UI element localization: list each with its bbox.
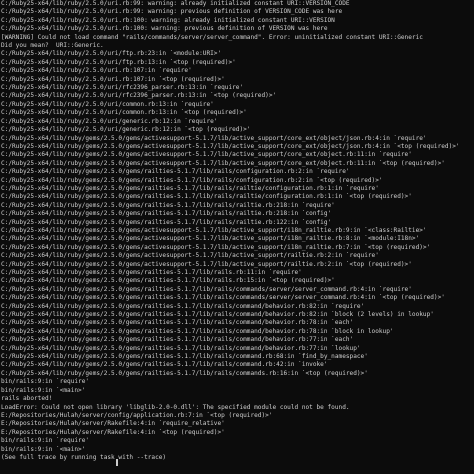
console-line-38: C:/Ruby25-x64/lib/ruby/gems/2.5.0/gems/r… xyxy=(1,311,434,319)
console-line-29: C:/Ruby25-x64/lib/ruby/gems/2.5.0/gems/a… xyxy=(1,235,420,243)
console-line-14: C:/Ruby25-x64/lib/ruby/2.5.0/uri/common.… xyxy=(1,109,247,117)
console-line-30: C:/Ruby25-x64/lib/ruby/gems/2.5.0/gems/a… xyxy=(1,243,431,251)
console-line-51: E:/Repositories/Hulah/server/Rakefile:4:… xyxy=(1,420,225,428)
console-line-20: C:/Ruby25-x64/lib/ruby/gems/2.5.0/gems/a… xyxy=(1,159,445,167)
console-line-56 xyxy=(1,462,474,470)
console-line-37: C:/Ruby25-x64/lib/ruby/gems/2.5.0/gems/r… xyxy=(1,302,365,310)
console-line-10: C:/Ruby25-x64/lib/ruby/2.5.0/uri.rb:107:… xyxy=(1,75,225,83)
text-cursor xyxy=(116,459,118,466)
console-line-34: C:/Ruby25-x64/lib/ruby/gems/2.5.0/gems/r… xyxy=(1,277,335,285)
console-line-41: C:/Ruby25-x64/lib/ruby/gems/2.5.0/gems/r… xyxy=(1,336,354,344)
console-line-32: C:/Ruby25-x64/lib/ruby/gems/2.5.0/gems/a… xyxy=(1,260,412,268)
console-line-53: bin/rails:9:in `require' xyxy=(1,437,90,445)
console-line-12: C:/Ruby25-x64/lib/ruby/2.5.0/uri/rfc2396… xyxy=(1,92,277,100)
console-line-21: C:/Ruby25-x64/lib/ruby/gems/2.5.0/gems/r… xyxy=(1,168,350,176)
console-line-28: C:/Ruby25-x64/lib/ruby/gems/2.5.0/gems/a… xyxy=(1,226,427,234)
console-line-47: bin/rails:9:in `<main>' xyxy=(1,386,86,394)
console-line-17: C:/Ruby25-x64/lib/ruby/gems/2.5.0/gems/a… xyxy=(1,134,427,142)
console-line-42: C:/Ruby25-x64/lib/ruby/gems/2.5.0/gems/r… xyxy=(1,344,361,352)
console-line-3: C:/Ruby25-x64/lib/ruby/2.5.0/uri.rb:100:… xyxy=(1,16,335,24)
console-line-2: C:/Ruby25-x64/lib/ruby/2.5.0/uri.rb:99: … xyxy=(1,8,343,16)
console-line-13: C:/Ruby25-x64/lib/ruby/2.5.0/uri/common.… xyxy=(1,100,214,108)
console-line-46: bin/rails:9:in `require' xyxy=(1,378,90,386)
console-line-31: C:/Ruby25-x64/lib/ruby/gems/2.5.0/gems/a… xyxy=(1,252,379,260)
console-line-11: C:/Ruby25-x64/lib/ruby/2.5.0/uri/rfc2396… xyxy=(1,84,244,92)
console-line-15: C:/Ruby25-x64/lib/ruby/2.5.0/uri/generic… xyxy=(1,117,218,125)
console-line-33: C:/Ruby25-x64/lib/ruby/gems/2.5.0/gems/r… xyxy=(1,269,302,276)
console-line-6: Did you mean? URI::Generic. xyxy=(1,42,104,50)
console-line-22: C:/Ruby25-x64/lib/ruby/gems/2.5.0/gems/r… xyxy=(1,176,383,184)
console-line-54: bin/rails:9:in `<main>' xyxy=(1,445,86,453)
console-line-35: C:/Ruby25-x64/lib/ruby/gems/2.5.0/gems/r… xyxy=(1,285,412,293)
console-line-26: C:/Ruby25-x64/lib/ruby/gems/2.5.0/gems/r… xyxy=(1,210,332,218)
console-line-39: C:/Ruby25-x64/lib/ruby/gems/2.5.0/gems/r… xyxy=(1,319,354,327)
console-line-55: (See full trace by running task with --t… xyxy=(1,453,167,461)
console-line-25: C:/Ruby25-x64/lib/ruby/gems/2.5.0/gems/r… xyxy=(1,201,335,209)
console-line-44: C:/Ruby25-x64/lib/ruby/gems/2.5.0/gems/r… xyxy=(1,361,328,369)
console-line-24: C:/Ruby25-x64/lib/ruby/gems/2.5.0/gems/r… xyxy=(1,193,412,201)
console-line-16: C:/Ruby25-x64/lib/ruby/2.5.0/uri/generic… xyxy=(1,126,251,134)
console-line-50: E:/Repositories/Hulah/server/config/appl… xyxy=(1,411,273,419)
console-line-52: E:/Repositories/Hulah/server/Rakefile:4:… xyxy=(1,428,225,436)
console-line-36: C:/Ruby25-x64/lib/ruby/gems/2.5.0/gems/r… xyxy=(1,294,445,302)
console-line-49: LoadError: Could not open library 'libgl… xyxy=(1,403,350,411)
console-line-5: [WARNING] Could not load command "rails/… xyxy=(1,33,423,41)
console-line-18: C:/Ruby25-x64/lib/ruby/gems/2.5.0/gems/a… xyxy=(1,142,460,150)
console-output[interactable]: C:/Ruby25-x64/lib/ruby/2.5.0/uri.rb:99: … xyxy=(0,0,474,474)
console-line-40: C:/Ruby25-x64/lib/ruby/gems/2.5.0/gems/r… xyxy=(1,327,394,335)
console-line-27: C:/Ruby25-x64/lib/ruby/gems/2.5.0/gems/r… xyxy=(1,218,332,226)
console-line-19: C:/Ruby25-x64/lib/ruby/gems/2.5.0/gems/a… xyxy=(1,151,412,159)
console-line-4: C:/Ruby25-x64/lib/ruby/2.5.0/uri.rb:100:… xyxy=(1,25,328,33)
console-line-43: C:/Ruby25-x64/lib/ruby/gems/2.5.0/gems/r… xyxy=(1,353,368,361)
console-line-8: C:/Ruby25-x64/lib/ruby/2.5.0/uri/ftp.rb:… xyxy=(1,58,236,66)
console-line-1: C:/Ruby25-x64/lib/ruby/2.5.0/uri.rb:99: … xyxy=(1,0,350,7)
console-line-45: C:/Ruby25-x64/lib/ruby/gems/2.5.0/gems/r… xyxy=(1,369,368,377)
console-line-48: rails aborted! xyxy=(1,395,53,403)
console-line-7: C:/Ruby25-x64/lib/ruby/2.5.0/uri/ftp.rb:… xyxy=(1,50,222,58)
console-line-9: C:/Ruby25-x64/lib/ruby/2.5.0/uri.rb:107:… xyxy=(1,67,192,75)
console-line-23: C:/Ruby25-x64/lib/ruby/gems/2.5.0/gems/r… xyxy=(1,184,379,192)
